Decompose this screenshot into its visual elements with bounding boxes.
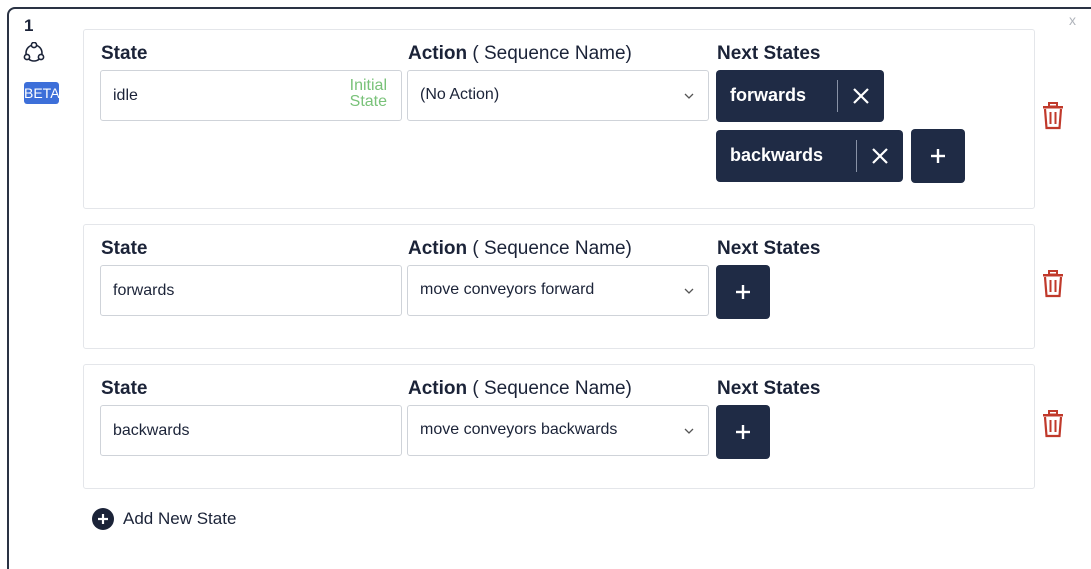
add-next-state-button[interactable] [716, 265, 770, 319]
step-number: 1 [24, 16, 34, 35]
trash-icon[interactable] [1041, 410, 1065, 438]
state-name-input[interactable]: backwards [100, 405, 402, 456]
close-button[interactable]: x [1069, 12, 1076, 28]
state-machine-icon [23, 42, 45, 62]
add-new-state-label: Add New State [123, 509, 237, 528]
next-state-tag-backwards: backwards [716, 130, 903, 182]
action-select[interactable]: move conveyors backwards [407, 405, 709, 456]
action-label: Action ( Sequence Name) [408, 238, 632, 259]
next-states-label: Next States [717, 378, 821, 399]
state-name-input[interactable]: forwards [100, 265, 402, 316]
state-name-input[interactable]: idle Initial State [100, 70, 402, 121]
remove-icon[interactable] [868, 144, 892, 168]
action-label: Action ( Sequence Name) [408, 378, 632, 399]
initial-state-tag: Initial State [349, 77, 387, 110]
action-label: Action ( Sequence Name) [408, 43, 632, 64]
add-next-state-button[interactable] [911, 129, 965, 183]
plus-circle-icon [92, 508, 114, 530]
state-card-backwards: State Action ( Sequence Name) Next State… [83, 364, 1035, 489]
plus-icon [931, 149, 945, 163]
action-select[interactable]: move conveyors forward [407, 265, 709, 316]
chevron-down-icon [684, 288, 694, 294]
state-card-forwards: State Action ( Sequence Name) Next State… [83, 224, 1035, 349]
next-states-label: Next States [717, 238, 821, 259]
next-states-label: Next States [717, 43, 821, 64]
state-label: State [101, 378, 148, 399]
trash-icon[interactable] [1041, 270, 1065, 298]
state-label: State [101, 238, 148, 259]
state-label: State [101, 43, 148, 64]
next-state-tag-forwards: forwards [716, 70, 884, 122]
beta-badge: BETA [24, 82, 60, 104]
trash-icon[interactable] [1041, 102, 1065, 130]
action-select[interactable]: (No Action) [407, 70, 709, 121]
plus-icon [736, 285, 750, 299]
plus-icon [736, 425, 750, 439]
chevron-down-icon [684, 428, 694, 434]
chevron-down-icon [684, 93, 694, 99]
remove-icon[interactable] [849, 84, 873, 108]
state-card-idle: State Action ( Sequence Name) Next State… [83, 29, 1035, 209]
add-next-state-button[interactable] [716, 405, 770, 459]
